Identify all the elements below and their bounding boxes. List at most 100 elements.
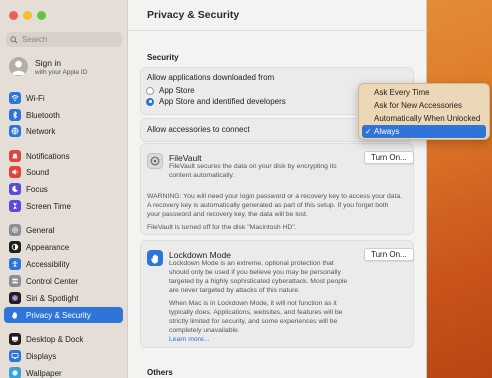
sidebar-item-label: Appearance <box>26 242 70 252</box>
menu-item-ask-every-time[interactable]: Ask Every Time <box>362 86 486 99</box>
sidebar-item-label: Desktop & Dock <box>26 334 84 344</box>
hand-icon <box>9 309 21 321</box>
signin-title: Sign in <box>35 57 61 68</box>
hourglass-icon <box>9 200 21 212</box>
learn-more-link[interactable]: Learn more... <box>169 336 209 343</box>
page-title: Privacy & Security <box>147 9 240 21</box>
radio-label: App Store and identified developers <box>159 97 286 106</box>
lockdown-title: Lockdown Mode <box>169 250 231 260</box>
accessibility-icon <box>9 258 21 270</box>
filevault-title: FileVault <box>169 153 202 163</box>
filevault-warning-3: your password and recovery key, the data… <box>147 211 308 218</box>
radio-button[interactable] <box>146 86 154 95</box>
filevault-safe-icon <box>147 153 163 169</box>
menu-item-label: Always <box>374 127 400 136</box>
sidebar-item-wallpaper[interactable]: Wallpaper <box>4 365 123 378</box>
control-center-icon <box>9 275 21 287</box>
sidebar-item-control-center[interactable]: Control Center <box>4 273 123 289</box>
allow-apps-label: Allow applications downloaded from <box>147 73 275 82</box>
sidebar-item-label: General <box>26 225 55 235</box>
lockdown-turn-on-button[interactable]: Turn On... <box>364 248 414 261</box>
wifi-icon <box>9 92 21 104</box>
title-divider <box>128 30 427 31</box>
sidebar-item-label: Siri & Spotlight <box>26 293 79 303</box>
window-controls <box>9 11 46 20</box>
radio-label: App Store <box>159 86 195 95</box>
radio-identified-developers[interactable]: App Store and identified developers <box>146 97 286 106</box>
sidebar-item-siri-spotlight[interactable]: Siri & Spotlight <box>4 290 123 306</box>
others-heading: Others <box>147 368 173 377</box>
sidebar-item-label: Displays <box>26 351 57 361</box>
radio-button-selected[interactable] <box>146 97 154 106</box>
speaker-icon <box>9 166 21 178</box>
wallpaper-icon <box>9 367 21 378</box>
sidebar-item-sound[interactable]: Sound <box>4 164 123 180</box>
sidebar-item-screen-time[interactable]: Screen Time <box>4 198 123 214</box>
bell-icon <box>9 150 21 162</box>
sidebar-item-label: Screen Time <box>26 201 71 211</box>
accessories-label: Allow accessories to connect <box>147 125 250 134</box>
menu-item-label: Automatically When Unlocked <box>374 114 481 123</box>
lockdown-description-4: are never targeted by attacks of this na… <box>169 287 301 294</box>
security-heading: Security <box>147 53 179 62</box>
sidebar-item-label: Bluetooth <box>26 110 60 120</box>
apple-id-signin[interactable]: Sign in with your Apple ID <box>9 57 87 76</box>
lockdown-description-1: Lockdown Mode is an extreme, optional pr… <box>169 260 334 267</box>
sidebar-item-label: Accessibility <box>26 259 70 269</box>
signin-subtitle: with your Apple ID <box>35 68 88 76</box>
accessories-dropdown-menu: Ask Every Time Ask for New Accessories A… <box>358 83 490 140</box>
sidebar-item-desktop-dock[interactable]: Desktop & Dock <box>4 331 123 347</box>
lockdown-description-2: should only be used if you believe you m… <box>169 269 341 276</box>
menu-item-label: Ask for New Accessories <box>374 101 463 110</box>
sidebar-item-label: Privacy & Security <box>26 310 91 320</box>
sidebar-item-focus[interactable]: Focus <box>4 181 123 197</box>
lockdown-hand-icon <box>147 250 163 266</box>
siri-icon <box>9 292 21 304</box>
person-icon <box>11 60 26 76</box>
sidebar-item-label: Control Center <box>26 276 79 286</box>
menu-item-always[interactable]: ✓ Always <box>362 125 486 138</box>
menu-item-automatically-when-unlocked[interactable]: Automatically When Unlocked <box>362 112 486 125</box>
bluetooth-icon <box>9 109 21 121</box>
moon-icon <box>9 183 21 195</box>
checkmark-icon: ✓ <box>365 127 372 136</box>
sidebar-item-label: Wi-Fi <box>26 93 45 103</box>
globe-icon <box>9 125 21 137</box>
zoom-window-button[interactable] <box>37 11 46 20</box>
appearance-icon <box>9 241 21 253</box>
sidebar-item-label: Network <box>26 126 56 136</box>
search-icon <box>10 35 18 44</box>
filevault-turn-on-button[interactable]: Turn On... <box>364 151 414 164</box>
close-window-button[interactable] <box>9 11 18 20</box>
lockdown-description-8: completely unavailable. <box>169 327 240 334</box>
sidebar-item-wi-fi[interactable]: Wi-Fi <box>4 90 123 106</box>
lockdown-description-5: When Mac is in Lockdown Mode, it will no… <box>169 300 337 307</box>
filevault-warning-2: A recovery key is automatically generate… <box>147 202 389 209</box>
sidebar-item-displays[interactable]: Displays <box>4 348 123 364</box>
sidebar-item-accessibility[interactable]: Accessibility <box>4 256 123 272</box>
sidebar-item-general[interactable]: General <box>4 222 123 238</box>
filevault-status: FileVault is turned off for the disk "Ma… <box>147 224 297 231</box>
sidebar-item-label: Sound <box>26 167 50 177</box>
search-field[interactable] <box>6 32 122 47</box>
sidebar-item-bluetooth[interactable]: Bluetooth <box>4 107 123 123</box>
sidebar-item-notifications[interactable]: Notifications <box>4 148 123 164</box>
sidebar-item-appearance[interactable]: Appearance <box>4 239 123 255</box>
menu-item-label: Ask Every Time <box>374 88 430 97</box>
sidebar-item-label: Notifications <box>26 151 70 161</box>
settings-window: Sign in with your Apple ID Wi-Fi Bluetoot… <box>0 0 427 378</box>
lockdown-description-3: targeted by a highly sophisticated cyber… <box>169 278 348 285</box>
filevault-description-1: FileVault secures the data on your disk … <box>169 163 337 170</box>
filevault-warning-1: WARNING: You will need your login passwo… <box>147 193 403 200</box>
gear-icon <box>9 224 21 236</box>
minimize-window-button[interactable] <box>23 11 32 20</box>
filevault-description-2: content automatically. <box>169 172 235 179</box>
search-input[interactable] <box>22 35 117 44</box>
radio-app-store[interactable]: App Store <box>146 86 195 95</box>
sidebar: Sign in with your Apple ID Wi-Fi Bluetoot… <box>0 0 128 378</box>
sidebar-item-privacy-security[interactable]: Privacy & Security <box>4 307 123 323</box>
sidebar-item-label: Focus <box>26 184 48 194</box>
sidebar-item-network[interactable]: Network <box>4 123 123 139</box>
menu-item-ask-new-accessories[interactable]: Ask for New Accessories <box>362 99 486 112</box>
avatar <box>9 57 28 76</box>
